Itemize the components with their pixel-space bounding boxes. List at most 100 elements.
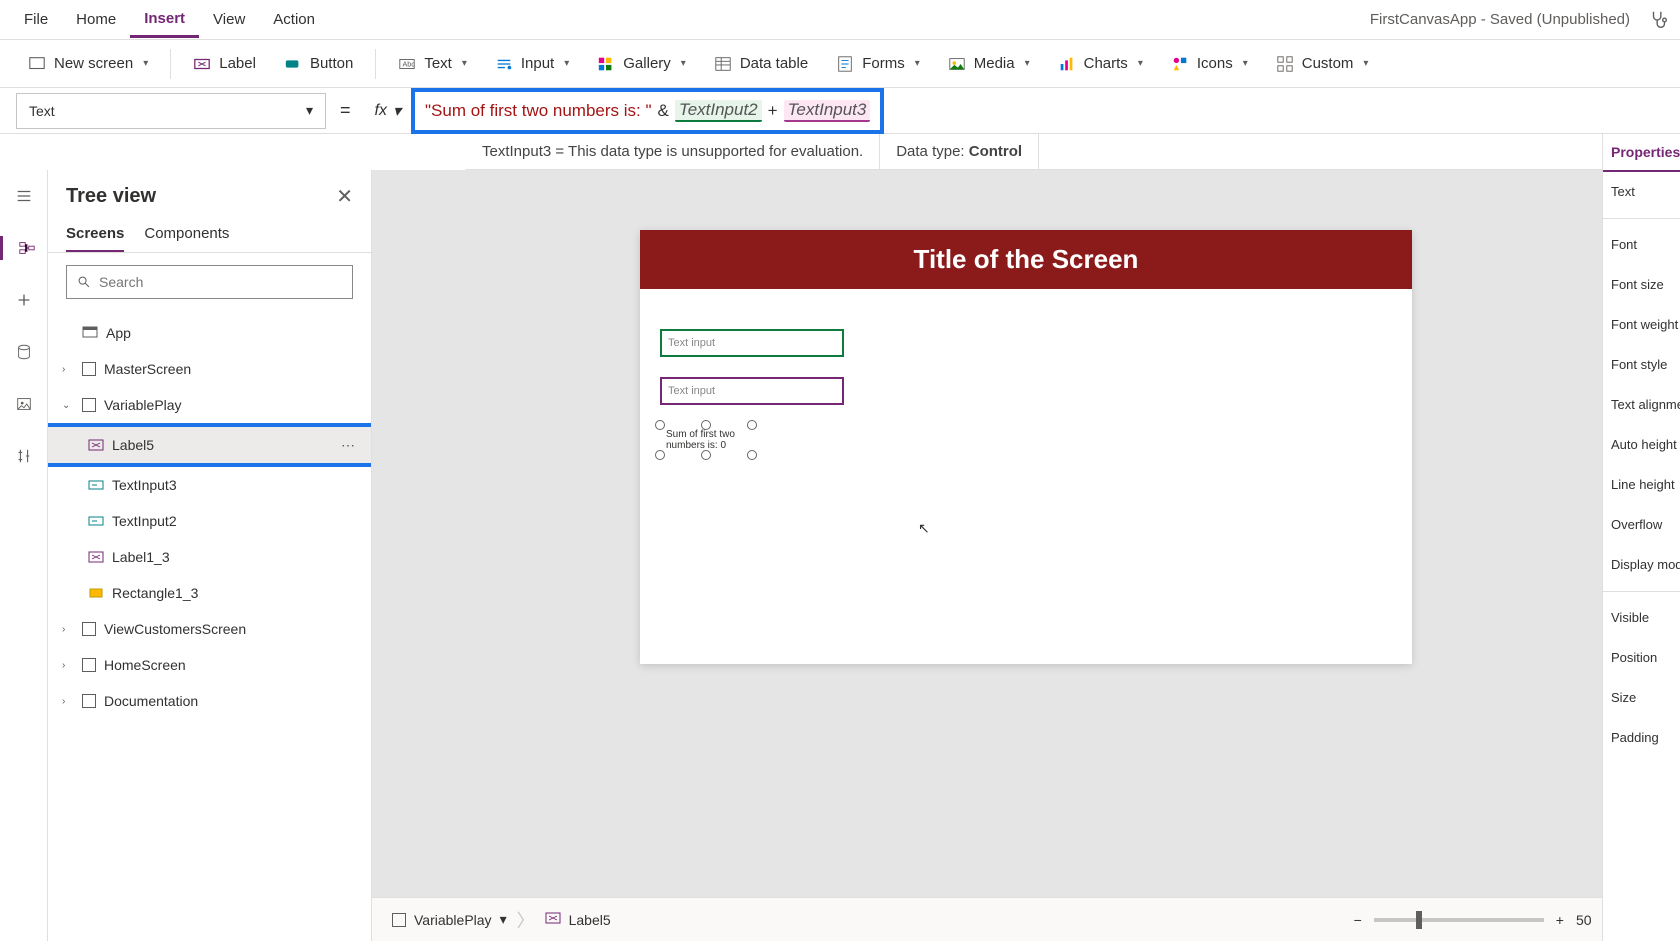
expand-icon[interactable]: ›: [62, 624, 74, 635]
insert-icon[interactable]: [12, 288, 36, 312]
datatype-value: Control: [969, 143, 1022, 160]
tree-item-label: Label5: [112, 437, 154, 453]
tab-screens[interactable]: Screens: [66, 217, 124, 252]
screen-icon: [82, 362, 96, 376]
custom-button[interactable]: Custom▾: [1264, 49, 1381, 79]
menu-view[interactable]: View: [199, 3, 259, 36]
chevron-down-icon: ▾: [393, 101, 401, 121]
icons-button[interactable]: Icons▾: [1159, 49, 1260, 79]
collapse-icon[interactable]: ⌄: [62, 400, 74, 411]
label-icon: [545, 910, 561, 929]
tree-item-masterscreen[interactable]: › MasterScreen: [48, 351, 371, 387]
tree-item-label1-3[interactable]: Label1_3: [48, 539, 371, 575]
zoom-out-button[interactable]: −: [1354, 912, 1362, 928]
tree-item-rectangle1-3[interactable]: Rectangle1_3: [48, 575, 371, 611]
charts-button[interactable]: Charts▾: [1046, 49, 1155, 79]
tab-components[interactable]: Components: [144, 217, 229, 252]
tree-item-variableplay[interactable]: ⌄ VariablePlay: [48, 387, 371, 423]
input-button[interactable]: Input▾: [483, 49, 581, 79]
properties-tab[interactable]: Properties: [1603, 134, 1680, 172]
tree-item-textinput2[interactable]: TextInput2: [48, 503, 371, 539]
tree-item-homescreen[interactable]: › HomeScreen: [48, 647, 371, 683]
menu-action[interactable]: Action: [259, 3, 329, 36]
canvas-textinput3[interactable]: Text input: [660, 377, 844, 405]
cursor-icon: ↖: [918, 520, 930, 537]
breadcrumb-control[interactable]: Label5: [545, 910, 611, 929]
chevron-down-icon: ▾: [1025, 58, 1030, 69]
breadcrumb-screen-label: VariablePlay: [414, 912, 492, 928]
tree-item-label: TextInput3: [112, 477, 177, 493]
prop-size[interactable]: Size: [1603, 678, 1680, 718]
prop-position[interactable]: Position: [1603, 638, 1680, 678]
label-button[interactable]: Label: [181, 49, 268, 79]
canvas-label5-selected[interactable]: Sum of first two numbers is: 0: [660, 425, 752, 455]
zoom-slider-thumb[interactable]: [1416, 911, 1422, 929]
prop-auto-height[interactable]: Auto height: [1603, 425, 1680, 465]
menu-insert[interactable]: Insert: [130, 2, 199, 38]
canvas-label5-text: Sum of first two numbers is: 0: [666, 429, 746, 451]
button-button[interactable]: Button: [272, 49, 365, 79]
prop-text-align[interactable]: Text alignment: [1603, 385, 1680, 425]
prop-text[interactable]: Text: [1603, 172, 1680, 212]
canvas[interactable]: Title of the Screen Text input Text inpu…: [640, 230, 1412, 664]
expand-icon[interactable]: ›: [62, 696, 74, 707]
chevron-down-icon: ▾: [143, 58, 148, 69]
data-table-button[interactable]: Data table: [702, 49, 820, 79]
tree-item-viewcustomers[interactable]: › ViewCustomersScreen: [48, 611, 371, 647]
resize-handle[interactable]: [701, 420, 711, 430]
prop-padding[interactable]: Padding: [1603, 718, 1680, 758]
media-rail-icon[interactable]: [12, 392, 36, 416]
prop-visible[interactable]: Visible: [1603, 598, 1680, 638]
tree-search-input[interactable]: [99, 274, 342, 290]
formula-input[interactable]: "Sum of first two numbers is: " & TextIn…: [411, 88, 884, 134]
zoom-slider[interactable]: [1374, 918, 1544, 922]
menu-file[interactable]: File: [10, 3, 62, 36]
more-icon[interactable]: ⋯: [341, 437, 357, 454]
advanced-tools-icon[interactable]: [12, 444, 36, 468]
property-selector[interactable]: Text ▾: [16, 93, 326, 129]
expand-icon[interactable]: ›: [62, 660, 74, 671]
tree-item-label: Documentation: [104, 693, 198, 709]
app-checker-icon[interactable]: [1648, 9, 1670, 31]
media-button[interactable]: Media▾: [936, 49, 1042, 79]
resize-handle[interactable]: [655, 420, 665, 430]
prop-overflow[interactable]: Overflow: [1603, 505, 1680, 545]
data-table-label: Data table: [740, 55, 808, 72]
prop-line-height[interactable]: Line height: [1603, 465, 1680, 505]
prop-font[interactable]: Font: [1603, 225, 1680, 265]
tree-item-label: Label1_3: [112, 549, 170, 565]
tree-search[interactable]: [66, 265, 353, 299]
resize-handle[interactable]: [747, 450, 757, 460]
zoom-in-button[interactable]: +: [1556, 912, 1564, 928]
forms-button[interactable]: Forms▾: [824, 49, 932, 79]
text-button[interactable]: Abc Text▾: [386, 49, 479, 79]
tree-item-documentation[interactable]: › Documentation: [48, 683, 371, 719]
canvas-textinput2[interactable]: Text input: [660, 329, 844, 357]
screen-icon: [82, 622, 96, 636]
prop-font-weight[interactable]: Font weight: [1603, 305, 1680, 345]
tree-item-app[interactable]: App: [48, 315, 371, 351]
menubar: File Home Insert View Action FirstCanvas…: [0, 0, 1680, 40]
fx-button[interactable]: fx ▾: [365, 101, 411, 121]
breadcrumb-control-label: Label5: [569, 912, 611, 928]
menu-home[interactable]: Home: [62, 3, 130, 36]
resize-handle[interactable]: [747, 420, 757, 430]
formula-token-textinput3: TextInput3: [784, 100, 871, 122]
zoom-value: 50: [1576, 912, 1592, 928]
prop-font-size[interactable]: Font size: [1603, 265, 1680, 305]
data-icon[interactable]: [12, 340, 36, 364]
tree-item-label5[interactable]: Label5 ⋯: [48, 427, 371, 463]
hamburger-icon[interactable]: [12, 184, 36, 208]
close-icon[interactable]: ✕: [336, 184, 353, 209]
tree-view-icon[interactable]: [0, 236, 48, 260]
new-screen-button[interactable]: New screen▾: [16, 49, 160, 79]
gallery-button[interactable]: Gallery▾: [585, 49, 698, 79]
prop-font-style[interactable]: Font style: [1603, 345, 1680, 385]
expand-icon[interactable]: ›: [62, 364, 74, 375]
breadcrumb-screen[interactable]: VariablePlay ▾: [392, 911, 507, 928]
app-title: FirstCanvasApp - Saved (Unpublished): [1370, 11, 1642, 28]
resize-handle[interactable]: [701, 450, 711, 460]
tree-item-textinput3[interactable]: TextInput3: [48, 467, 371, 503]
resize-handle[interactable]: [655, 450, 665, 460]
prop-display-mode[interactable]: Display mode: [1603, 545, 1680, 585]
